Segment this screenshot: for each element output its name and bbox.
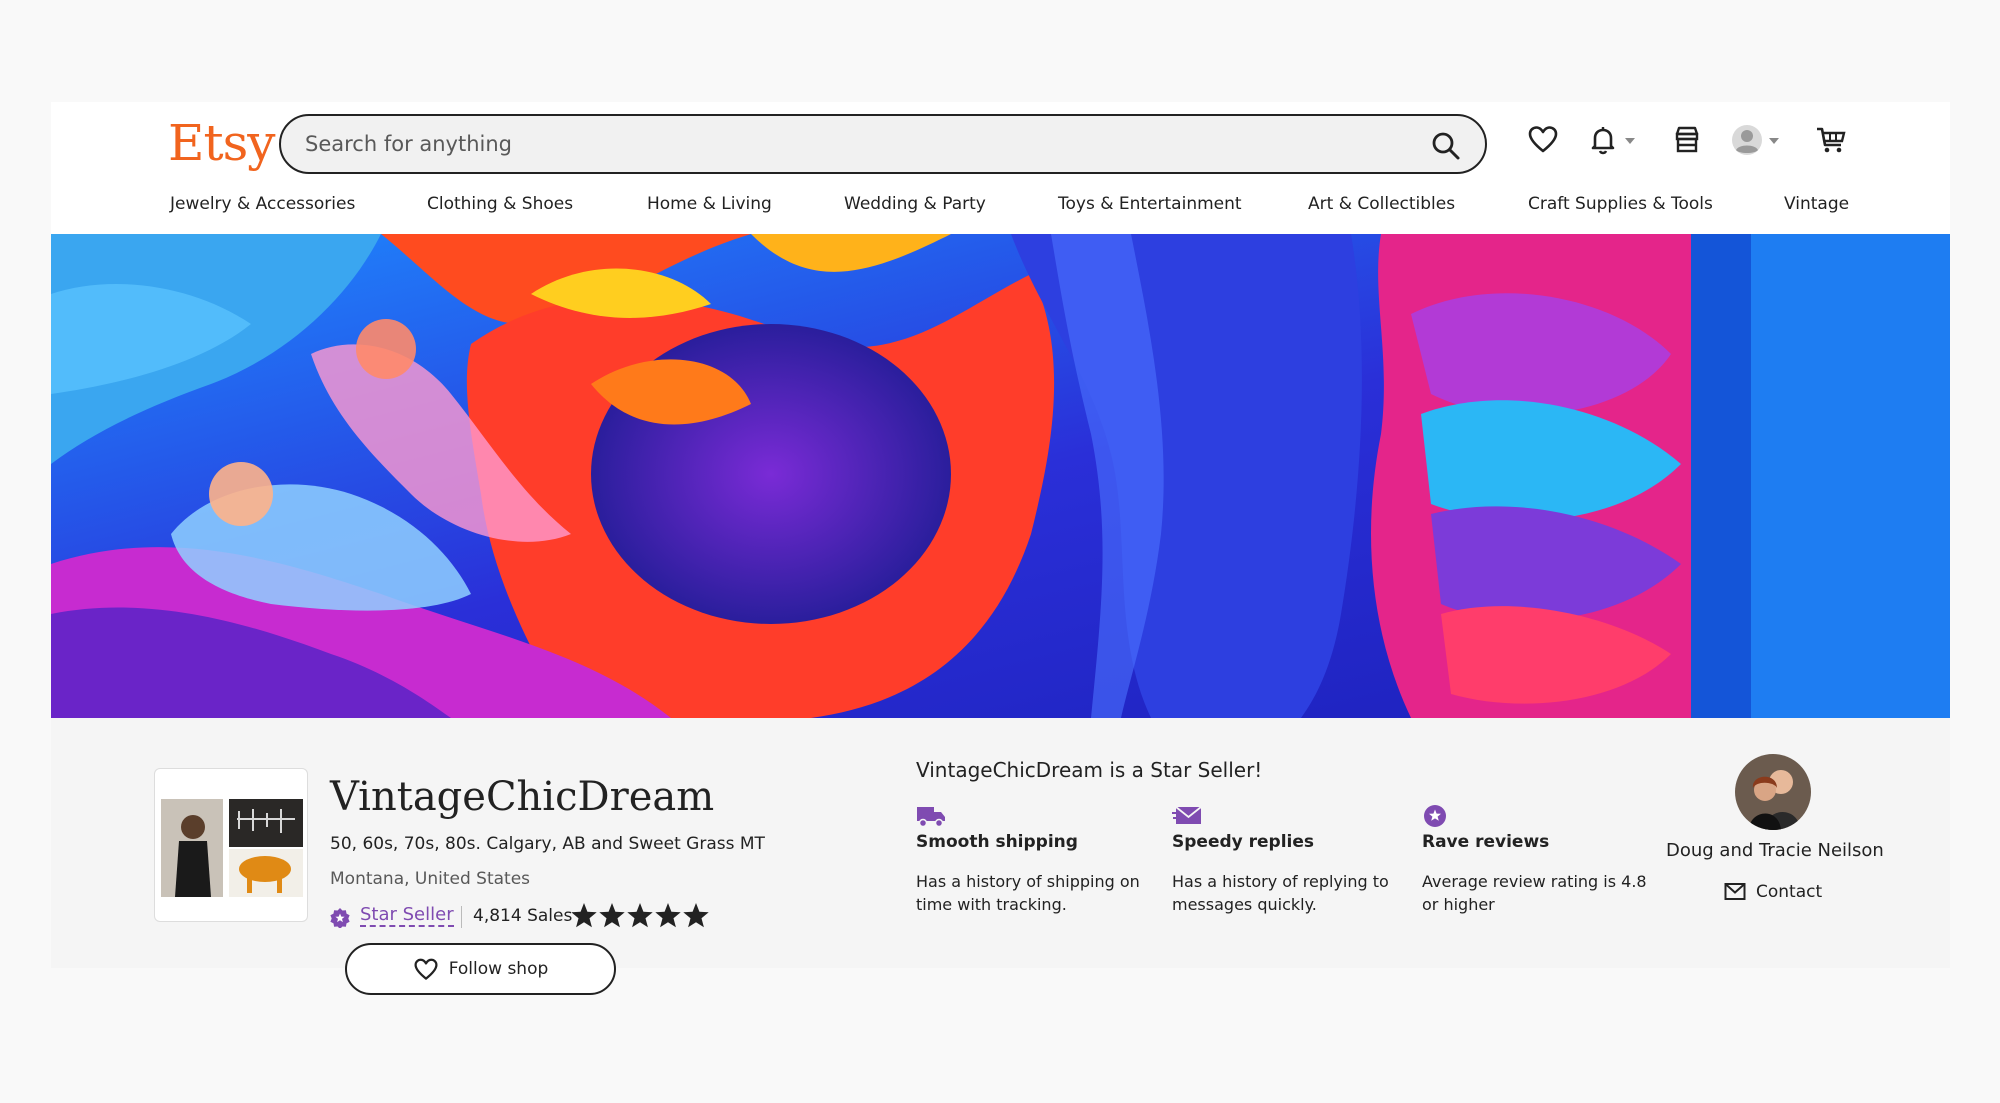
nav-toys-entertainment[interactable]: Toys & Entertainment [1058,194,1242,214]
category-nav: Jewelry & Accessories Clothing & Shoes H… [51,194,1950,226]
envelope-icon [1172,806,1202,824]
shop-info-section: VintageChicDream 50, 60s, 70s, 80s. Calg… [51,718,1950,995]
shop-location: Montana, United States [330,869,531,889]
nav-vintage[interactable]: Vintage [1784,194,1849,214]
search-icon[interactable] [1431,131,1461,161]
nav-art-collectibles[interactable]: Art & Collectibles [1308,194,1455,214]
nav-home-living[interactable]: Home & Living [647,194,772,214]
bell-icon[interactable] [1587,124,1619,156]
follow-shop-label: Follow shop [448,959,549,979]
truck-icon [917,807,945,828]
shop-manager-icon[interactable] [1671,124,1703,156]
search-input[interactable] [305,126,1405,162]
star-seller-heading: VintageChicDream is a Star Seller! [916,758,1263,782]
feature-title: Rave reviews [1422,832,1550,852]
divider [461,906,462,928]
chevron-down-icon[interactable] [1624,137,1636,145]
envelope-icon [1724,883,1746,900]
shop-name: VintageChicDream [330,774,715,820]
sales-count: 4,814 Sales [473,906,573,926]
site-header: Etsy Search for anything Jewelry & Acces… [51,102,1950,234]
feature-smooth-shipping: Smooth shipping Has a history of shippin… [916,804,1146,916]
shop-tagline: 50, 60s, 70s, 80s. Calgary, AB and Sweet… [330,834,765,854]
follow-shop-button[interactable]: Follow shop [345,943,616,995]
feature-description: Average review rating is 4.8 or higher [1422,872,1647,914]
psychedelic-interior-illustration [51,234,1950,718]
feature-description: Has a history of replying to messages qu… [1172,872,1389,914]
star-badge-icon [1424,805,1446,827]
rating-stars[interactable] [570,902,710,930]
shop-avatar[interactable] [154,768,308,922]
star-icon [571,903,597,928]
star-seller-link[interactable]: Star Seller [360,904,454,927]
cart-icon[interactable] [1815,124,1847,156]
contact-button[interactable]: Contact [1724,878,1822,906]
star-icon [599,903,625,928]
star-icon [655,903,681,928]
feature-title: Speedy replies [1172,832,1315,852]
feature-speedy-replies: Speedy replies Has a history of replying… [1172,804,1402,916]
heart-icon [414,958,438,980]
shop-banner-image [51,234,1950,718]
contact-label: Contact [1756,882,1823,902]
owner-avatar[interactable] [1735,754,1811,830]
avatar-icon[interactable] [1731,124,1763,156]
feature-title: Smooth shipping [916,832,1078,852]
nav-craft-supplies-tools[interactable]: Craft Supplies & Tools [1528,194,1713,214]
shop-page: Etsy Search for anything Jewelry & Acces… [51,102,1950,1002]
nav-jewelry-accessories[interactable]: Jewelry & Accessories [170,194,355,214]
star-seller-badge-icon [330,908,350,928]
owner-name: Doug and Tracie Neilson [1666,840,1884,861]
feature-rave-reviews: Rave reviews Average review rating is 4.… [1422,804,1652,916]
chevron-down-icon[interactable] [1768,137,1780,145]
etsy-logo[interactable]: Etsy [168,114,275,172]
heart-icon[interactable] [1527,124,1559,156]
nav-clothing-shoes[interactable]: Clothing & Shoes [427,194,573,214]
feature-description: Has a history of shipping on time with t… [916,872,1140,914]
star-icon [627,903,653,928]
star-icon [683,903,709,928]
nav-wedding-party[interactable]: Wedding & Party [844,194,986,214]
search-bar [279,114,1487,174]
